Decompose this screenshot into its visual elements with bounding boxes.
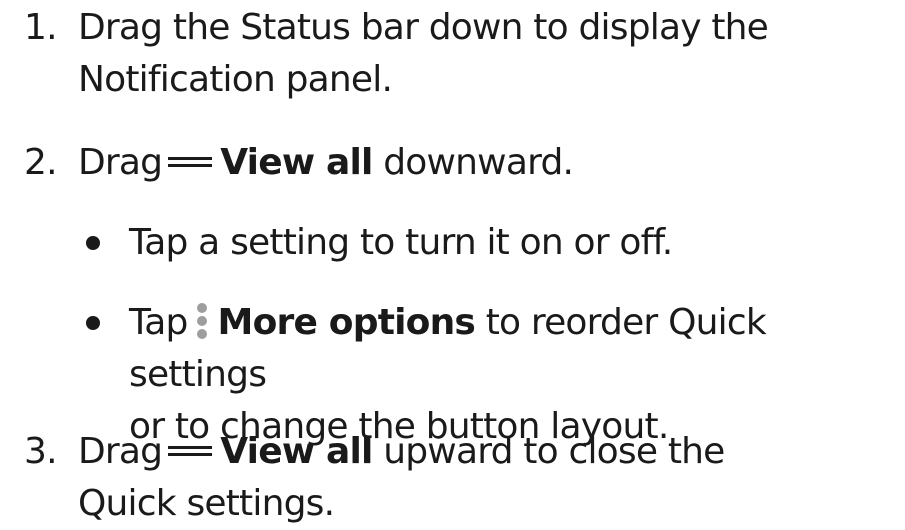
view-all-label: View all bbox=[220, 142, 373, 183]
step-suffix: upward to close the bbox=[372, 431, 725, 472]
step-line: Drag View all upward to close the bbox=[78, 426, 878, 478]
more-options-label: More options bbox=[217, 302, 476, 343]
bullet-1: Tap a setting to turn it on or off. bbox=[0, 217, 905, 269]
step-number: 3. bbox=[24, 431, 58, 472]
bullet-dot-icon bbox=[86, 236, 100, 250]
step-text: Drag View all upward to close the Quick s… bbox=[78, 426, 878, 530]
bullet-dot-icon bbox=[86, 316, 100, 330]
bullet-line: Tap More options to reorder Quick setting… bbox=[129, 297, 905, 401]
step-number: 1. bbox=[24, 7, 58, 48]
drag-handle-icon bbox=[168, 443, 213, 457]
drag-handle-icon bbox=[168, 154, 213, 168]
instructions-page: 1. Drag the Status bar down to display t… bbox=[0, 0, 905, 530]
step-line: Quick settings. bbox=[78, 483, 335, 524]
step-2: 2. Drag View all downward. bbox=[0, 137, 905, 189]
step-text: Drag View all downward. bbox=[78, 137, 878, 189]
step-line: Drag the Status bar down to display the bbox=[78, 7, 769, 48]
more-options-icon bbox=[196, 303, 208, 339]
step-prefix: Drag bbox=[78, 142, 163, 183]
step-line: Notification panel. bbox=[78, 59, 393, 100]
step-1: 1. Drag the Status bar down to display t… bbox=[0, 2, 905, 106]
step-3: 3. Drag View all upward to close the Quic… bbox=[0, 426, 905, 530]
step-number: 2. bbox=[24, 142, 58, 183]
step-prefix: Drag bbox=[78, 431, 163, 472]
view-all-label: View all bbox=[220, 431, 373, 472]
bullet-prefix: Tap bbox=[129, 302, 188, 343]
step-suffix: downward. bbox=[372, 142, 574, 183]
step-text: Drag the Status bar down to display the … bbox=[78, 2, 878, 106]
bullet-2: Tap More options to reorder Quick setting… bbox=[0, 297, 905, 447]
bullet-text: Tap a setting to turn it on or off. bbox=[129, 222, 673, 263]
